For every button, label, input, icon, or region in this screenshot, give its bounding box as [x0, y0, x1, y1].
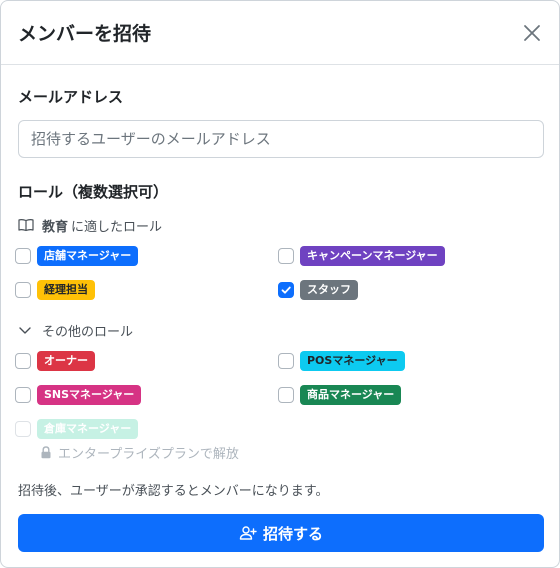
role-badge: スタッフ — [300, 280, 358, 300]
checkbox[interactable] — [15, 387, 31, 403]
role-badge: POSマネージャー — [300, 351, 405, 371]
other-role-grid: オーナー POSマネージャー SNSマネージャー 商品マネージャー — [15, 351, 544, 405]
role-option-owner[interactable]: オーナー — [15, 351, 281, 371]
roles-label: ロール（複数選択可） — [18, 183, 169, 201]
chevron-down-icon — [18, 323, 34, 337]
invite-note: 招待後、ユーザーが承認するとメンバーになります。 — [18, 484, 329, 499]
book-icon — [18, 217, 36, 233]
role-badge: SNSマネージャー — [37, 385, 142, 405]
email-label: メールアドレス — [18, 88, 124, 106]
education-group-name: 教育 — [42, 219, 69, 235]
other-roles-label: その他のロール — [42, 324, 134, 340]
checkbox[interactable] — [15, 248, 31, 264]
other-roles-toggle[interactable]: その他のロール — [18, 320, 542, 340]
check-icon — [281, 286, 291, 294]
role-option-store-manager[interactable]: 店舗マネージャー — [15, 246, 281, 266]
email-input[interactable] — [18, 120, 544, 158]
role-option-product-manager[interactable]: 商品マネージャー — [278, 385, 544, 405]
role-option-sns-manager[interactable]: SNSマネージャー — [15, 385, 281, 405]
dialog-header: メンバーを招待 — [1, 1, 559, 65]
role-badge: オーナー — [37, 351, 95, 371]
checkbox-disabled — [15, 421, 31, 437]
close-icon — [524, 24, 540, 41]
checkbox[interactable] — [15, 353, 31, 369]
checkbox[interactable] — [278, 387, 294, 403]
invite-member-dialog: メンバーを招待 メールアドレス ロール（複数選択可） 教育 に適したロール 店舗… — [0, 0, 560, 568]
role-option-staff[interactable]: スタッフ — [278, 280, 544, 300]
invite-button[interactable]: 招待する — [18, 514, 544, 552]
education-role-grid: 店舗マネージャー キャンペーンマネージャー 経理担当 スタッフ — [15, 246, 544, 300]
role-badge-disabled: 倉庫マネージャー — [37, 419, 139, 439]
dialog-title: メンバーを招待 — [18, 23, 152, 45]
role-badge: キャンペーンマネージャー — [300, 246, 445, 266]
education-group-suffix: に適したロール — [71, 219, 163, 235]
education-group-header: 教育 に適したロール — [18, 215, 542, 235]
role-badge: 店舗マネージャー — [37, 246, 139, 266]
checkbox[interactable] — [15, 282, 31, 298]
role-badge: 商品マネージャー — [300, 385, 402, 405]
role-badge: 経理担当 — [37, 280, 95, 300]
person-plus-icon — [239, 525, 257, 541]
role-option-campaign-manager[interactable]: キャンペーンマネージャー — [278, 246, 544, 266]
role-option-pos-manager[interactable]: POSマネージャー — [278, 351, 544, 371]
checkbox-checked[interactable] — [278, 282, 294, 298]
checkbox[interactable] — [278, 353, 294, 369]
enterprise-lock-note: エンタープライズプランで解放 — [40, 443, 542, 462]
role-option-accounting[interactable]: 経理担当 — [15, 280, 281, 300]
invite-button-label: 招待する — [262, 524, 323, 543]
lock-icon — [40, 445, 54, 459]
role-option-warehouse-manager: 倉庫マネージャー — [15, 419, 542, 439]
close-button[interactable] — [519, 20, 545, 46]
dialog-body: メールアドレス ロール（複数選択可） 教育 に適したロール 店舗マネージャー キ… — [1, 65, 559, 499]
checkbox[interactable] — [278, 248, 294, 264]
lock-text: エンタープライズプランで解放 — [58, 446, 239, 462]
